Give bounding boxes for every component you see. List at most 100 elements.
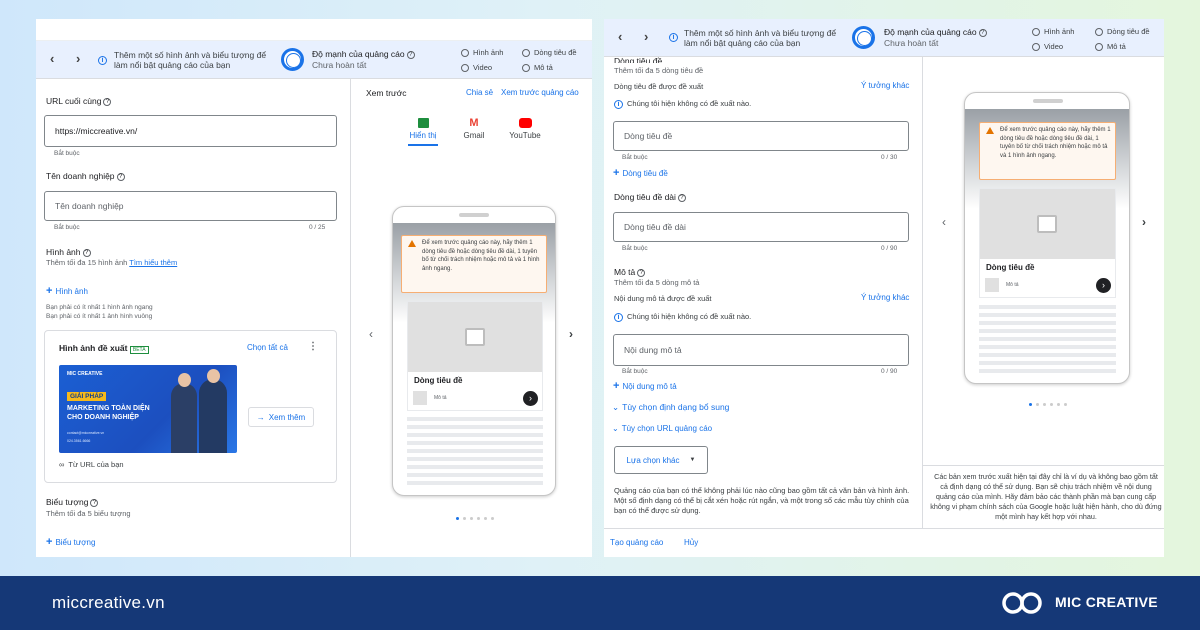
help-icon[interactable]: ? bbox=[116, 172, 125, 181]
phone-speaker bbox=[1033, 99, 1063, 103]
right-screenshot-panel: ‹ › i Thêm một số hình ảnh và biểu tượng… bbox=[604, 19, 1164, 557]
footer-divider bbox=[604, 528, 1164, 529]
person-head-icon bbox=[207, 369, 220, 383]
preview-next-icon[interactable]: › bbox=[569, 327, 573, 341]
preview-warning: Để xem trước quảng cáo này, hãy thêm 1 d… bbox=[979, 122, 1116, 180]
add-image-button[interactable]: + Hình ảnh bbox=[46, 285, 88, 297]
preview-warning: Để xem trước quảng cáo này, hãy thêm 1 d… bbox=[401, 235, 547, 293]
mic-creative-logo-icon bbox=[1001, 590, 1045, 616]
brand-footer: miccreative.vn MIC CREATIVE bbox=[0, 576, 1200, 630]
ad-arrow-icon[interactable]: › bbox=[523, 391, 538, 406]
carousel-dots bbox=[456, 517, 494, 520]
help-icon[interactable]: ? bbox=[82, 248, 91, 257]
tab-display[interactable]: Hiển thị bbox=[408, 118, 438, 146]
preview-ads-link[interactable]: Xem trước quảng cáo bbox=[501, 88, 579, 97]
business-name-label: Tên doanh nghiệp? bbox=[46, 171, 125, 181]
ad-arrow-icon[interactable]: › bbox=[1096, 278, 1111, 293]
add-headline-button[interactable]: + Dòng tiêu đề bbox=[613, 167, 668, 179]
info-icon: i bbox=[614, 312, 623, 322]
radio-icon bbox=[1095, 42, 1103, 51]
phone-speaker bbox=[459, 213, 489, 217]
ad-strength: Độ mạnh của quảng cáo? Chưa hoàn tất bbox=[312, 49, 415, 71]
suggested-headline-label: Dòng tiêu đề được đề xuất bbox=[614, 82, 704, 91]
help-icon[interactable]: ? bbox=[978, 28, 987, 37]
ad-desc: Mô tả bbox=[1006, 282, 1019, 288]
preview-prev-icon[interactable]: ‹ bbox=[942, 215, 946, 229]
format-options-toggle[interactable]: ⌄ Tùy chọn định dạng bổ sung bbox=[612, 402, 729, 413]
ad-headline: Dòng tiêu đề bbox=[986, 263, 1035, 272]
bar-message: Thêm một số hình ảnh và biểu tượng để làm… bbox=[114, 50, 267, 70]
radio-icon bbox=[522, 63, 530, 72]
description-label: Mô tả? bbox=[614, 267, 646, 277]
images-label: Hình ảnh? bbox=[46, 247, 91, 257]
warning-icon bbox=[986, 127, 994, 134]
headlines-hint: Thêm tối đa 5 dòng tiêu đề bbox=[614, 66, 704, 75]
images-hint: Thêm tối đa 15 hình ảnh Tìm hiểu thêm bbox=[46, 258, 178, 267]
preview-next-icon[interactable]: › bbox=[1142, 215, 1146, 229]
tab-gmail[interactable]: M Gmail bbox=[458, 118, 490, 141]
ad-strength-ring-icon bbox=[281, 48, 304, 71]
logos-hint: Thêm tối đa 5 biểu tượng bbox=[46, 509, 131, 518]
next-arrow-icon[interactable]: › bbox=[76, 51, 80, 66]
banner-contact: contact@miccreative.vn bbox=[67, 431, 105, 435]
suggested-images-card: Hình ảnh đề xuất BETA Chọn tất cả ⋮ MIC … bbox=[44, 330, 337, 483]
image-icon bbox=[1037, 215, 1057, 233]
description-input[interactable]: Nội dung mô tả bbox=[613, 334, 909, 366]
chevron-down-icon: ⌄ bbox=[612, 402, 620, 412]
suggested-banner-image[interactable]: MIC CREATIVE GIẢI PHÁP MARKETING TOÀN DI… bbox=[59, 365, 237, 453]
view-more-button[interactable]: → Xem thêm bbox=[248, 407, 314, 427]
headlines-label: Dòng tiêu đề bbox=[614, 56, 663, 63]
prev-arrow-icon[interactable]: ‹ bbox=[50, 51, 54, 66]
other-ideas-link[interactable]: Ý tưởng khác bbox=[861, 293, 909, 302]
share-link[interactable]: Chia sẻ bbox=[466, 88, 493, 97]
banner-tag: GIẢI PHÁP bbox=[67, 392, 107, 401]
no-suggestions: i Chúng tôi hiện không có đề xuất nào. bbox=[614, 99, 751, 109]
display-icon bbox=[417, 118, 429, 128]
help-icon[interactable]: ? bbox=[406, 50, 415, 59]
char-count: 0 / 90 bbox=[881, 368, 898, 375]
info-icon: i bbox=[614, 99, 623, 109]
long-headline-label: Dòng tiêu đề dài? bbox=[614, 192, 686, 202]
check-video: Video bbox=[461, 63, 492, 72]
tab-youtube[interactable]: YouTube bbox=[506, 118, 544, 140]
left-screenshot-panel: ‹ › i Thêm một số hình ảnh và biểu tượng… bbox=[36, 19, 592, 557]
url-options-toggle[interactable]: ⌄ Tùy chọn URL quảng cáo bbox=[612, 424, 712, 433]
create-ad-button[interactable]: Tạo quảng cáo bbox=[610, 538, 663, 547]
banner-brand: MIC CREATIVE bbox=[67, 371, 103, 377]
required-hint: Bắt buộc bbox=[622, 154, 648, 161]
help-icon[interactable]: ? bbox=[90, 498, 99, 507]
carousel-dots bbox=[1029, 403, 1067, 406]
more-options-dropdown[interactable]: Lựa chọn khác ▼ bbox=[614, 446, 708, 474]
select-all-link[interactable]: Chọn tất cả bbox=[247, 343, 288, 352]
business-name-input[interactable]: Tên doanh nghiệp bbox=[44, 191, 337, 221]
more-vert-icon[interactable]: ⋮ bbox=[308, 341, 318, 352]
required-hint: Bắt buộc bbox=[622, 368, 648, 375]
ad-strength-bar: ‹ › i Thêm một số hình ảnh và biểu tượng… bbox=[36, 41, 592, 79]
add-logo-button[interactable]: + Biểu tượng bbox=[46, 536, 95, 548]
prev-arrow-icon[interactable]: ‹ bbox=[618, 29, 622, 44]
preview-prev-icon[interactable]: ‹ bbox=[369, 327, 373, 341]
column-divider bbox=[350, 79, 351, 557]
radio-icon bbox=[1032, 42, 1040, 51]
required-hint: Bắt buộc bbox=[54, 150, 80, 157]
dropdown-arrow-icon: ▼ bbox=[689, 457, 696, 463]
add-description-button[interactable]: + Nội dung mô tả bbox=[613, 380, 677, 392]
preview-title: Xem trước bbox=[366, 88, 407, 98]
radio-icon bbox=[461, 63, 469, 72]
preview-disclaimer: Các bản xem trước xuất hiện tại đây chỉ … bbox=[930, 472, 1162, 521]
learn-more-link[interactable]: Tìm hiểu thêm bbox=[129, 258, 177, 267]
final-url-input[interactable]: https://miccreative.vn/ bbox=[44, 115, 337, 147]
help-icon[interactable]: ? bbox=[637, 268, 646, 277]
long-headline-input[interactable]: Dòng tiêu đề dài bbox=[613, 212, 909, 242]
other-ideas-link[interactable]: Ý tưởng khác bbox=[861, 81, 909, 90]
phone-preview: Để xem trước quảng cáo này, hãy thêm 1 d… bbox=[392, 206, 556, 496]
help-icon[interactable]: ? bbox=[677, 193, 686, 202]
headline-input[interactable]: Dòng tiêu đề bbox=[613, 121, 909, 151]
next-arrow-icon[interactable]: › bbox=[644, 29, 648, 44]
banner-line2: CHO DOANH NGHIỆP bbox=[67, 414, 139, 421]
person-figure-icon bbox=[171, 383, 197, 453]
help-icon[interactable]: ? bbox=[103, 97, 112, 106]
column-divider bbox=[922, 57, 923, 528]
cancel-button[interactable]: Hủy bbox=[684, 538, 698, 547]
info-icon: i bbox=[669, 33, 678, 42]
